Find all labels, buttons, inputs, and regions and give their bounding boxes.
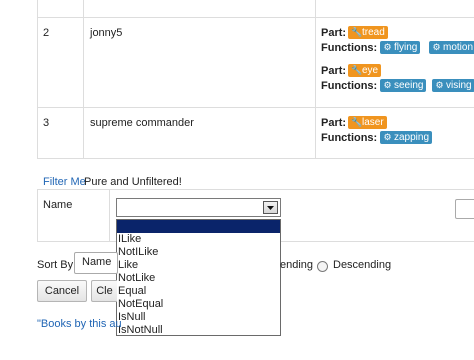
row-name: jonny5 (90, 27, 123, 39)
clear-button[interactable]: Cle (91, 280, 117, 302)
wrench-icon: 🔧 (351, 27, 363, 37)
part-label: Part: (321, 117, 347, 129)
operator-select[interactable] (116, 198, 281, 217)
operator-dropdown-button[interactable] (263, 201, 278, 214)
dropdown-option[interactable]: IsNull (117, 311, 280, 324)
part-label: Part: (321, 27, 347, 39)
sort-by-label: Sort By (37, 259, 74, 271)
dropdown-option[interactable]: NotEqual (117, 298, 280, 311)
name-filter-label: Name (43, 199, 73, 211)
function-badge-label: seeing (394, 80, 424, 91)
sort-field-value: Name (82, 256, 112, 268)
gear-icon: ⚙ (432, 42, 441, 52)
cancel-button[interactable]: Cancel (37, 280, 87, 302)
dropdown-option[interactable]: NotILike (117, 246, 280, 259)
row-id-link[interactable]: 3 (43, 117, 49, 129)
gear-icon: ⚙ (383, 132, 392, 142)
filter-me-link[interactable]: Filter Me (43, 176, 86, 188)
part-badge-label: eye (362, 65, 379, 76)
function-badge[interactable]: ⚙ seeing (380, 79, 427, 92)
function-badge-label: zapping (394, 132, 430, 143)
function-badge[interactable]: ⚙ vising (432, 79, 474, 92)
part-badge[interactable]: 🔧tread (348, 26, 388, 39)
books-by-author-link[interactable]: "Books by this au (37, 318, 122, 330)
functions-label: Functions: (321, 80, 378, 92)
gear-icon: ⚙ (383, 42, 392, 52)
dropdown-option[interactable]: Equal (117, 285, 280, 298)
sort-field-select[interactable]: Name (74, 252, 118, 274)
descending-label: Descending (333, 259, 392, 271)
row-name: supreme commander (90, 117, 194, 129)
dropdown-option-selected[interactable] (117, 220, 280, 233)
wrench-icon: 🔧 (351, 65, 363, 75)
dropdown-option[interactable]: Like (117, 259, 280, 272)
function-badge-label: flying (394, 42, 418, 53)
part-label: Part: (321, 65, 347, 77)
filter-status: Pure and Unfiltered! (84, 176, 182, 188)
gear-icon: ⚙ (435, 80, 444, 90)
function-badge[interactable]: ⚙ zapping (380, 131, 433, 144)
operator-dropdown-list: ILike NotILike Like NotLike Equal NotEqu… (116, 219, 281, 336)
name-value-input[interactable] (455, 199, 474, 219)
functions-label: Functions: (321, 132, 378, 144)
function-badge-label: vising (446, 80, 472, 91)
functions-label: Functions: (321, 42, 378, 54)
part-badge-label: laser (362, 117, 384, 128)
function-badge[interactable]: ⚙ flying (380, 41, 421, 54)
dropdown-option[interactable]: IsNotNull (117, 324, 280, 337)
function-badge[interactable]: ⚙ motion (429, 41, 474, 54)
part-badge[interactable]: 🔧laser (348, 116, 387, 129)
function-badge-label: motion (443, 42, 474, 53)
dropdown-option[interactable]: NotLike (117, 272, 280, 285)
ascending-label: ending (280, 259, 314, 271)
row-id-link[interactable]: 2 (43, 27, 49, 39)
gear-icon: ⚙ (383, 80, 392, 90)
chevron-down-icon (267, 206, 274, 210)
dropdown-option[interactable]: ILike (117, 233, 280, 246)
descending-radio[interactable] (317, 261, 328, 272)
part-badge-label: tread (362, 27, 385, 38)
part-badge[interactable]: 🔧eye (348, 64, 382, 77)
wrench-icon: 🔧 (351, 117, 363, 127)
